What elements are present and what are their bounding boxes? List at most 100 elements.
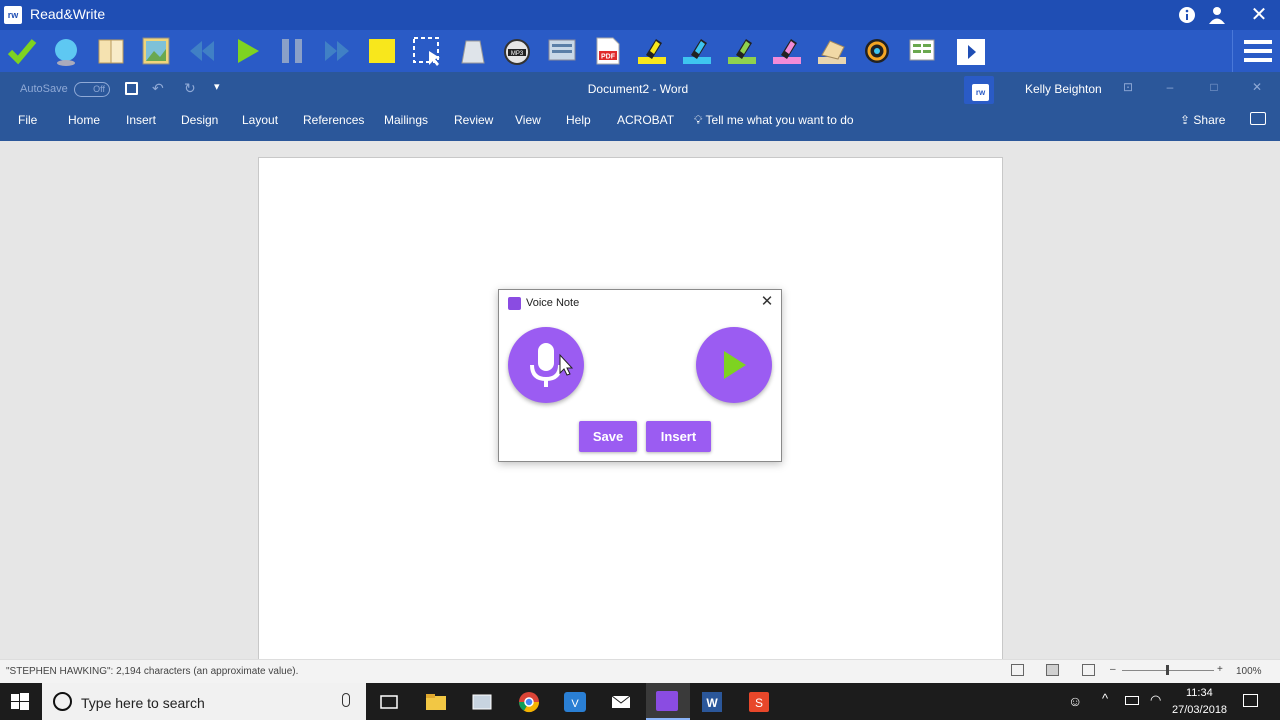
screenshot-reader-icon[interactable] [411,35,443,67]
dictionary-icon[interactable] [95,35,127,67]
highlight-yellow-icon[interactable] [636,35,668,67]
save-button[interactable]: Save [579,421,637,452]
hamburger-menu-icon[interactable] [1232,30,1280,72]
show-hidden-icons-icon[interactable]: ^ [1102,691,1108,706]
pdf-icon[interactable]: PDF [591,35,623,67]
status-bar: "STEPHEN HAWKING": 2,194 characters (an … [0,659,1280,683]
share-button[interactable]: ⇪ Share [1180,113,1225,127]
rewind-icon[interactable] [186,35,218,67]
highlight-green-icon[interactable] [726,35,758,67]
status-text: "STEPHEN HAWKING": 2,194 characters (an … [6,666,299,677]
tab-insert[interactable]: Insert [126,113,156,127]
rw-logo-small-icon: rw [972,84,989,101]
highlight-pink-icon[interactable] [771,35,803,67]
autosave-label: AutoSave [20,83,68,95]
word-icon[interactable]: W [700,690,724,714]
word-close-icon[interactable]: ✕ [1249,80,1265,94]
tab-layout[interactable]: Layout [242,113,278,127]
notifications-icon[interactable] [1243,694,1258,707]
redo-icon[interactable]: ↻ [184,80,196,97]
vocabulary-icon[interactable] [861,35,893,67]
screencast-icon[interactable]: S [747,690,771,714]
tab-design[interactable]: Design [181,113,218,127]
file-explorer-icon[interactable] [424,690,448,714]
save-icon[interactable] [125,82,138,95]
zoom-level[interactable]: 100% [1236,666,1262,677]
microphone-icon [530,343,574,387]
info-icon[interactable] [1176,4,1198,26]
zoom-out-icon[interactable]: – [1110,664,1116,675]
mp3-icon[interactable]: MP3 [501,35,533,67]
search-placeholder: Type here to search [81,695,205,711]
globe-icon[interactable] [50,35,82,67]
user-icon[interactable] [1206,4,1228,26]
insert-button[interactable]: Insert [646,421,711,452]
chrome-icon[interactable] [517,690,541,714]
microphone-search-icon[interactable] [342,693,350,707]
wifi-icon[interactable]: ◠ [1150,692,1161,708]
tab-review[interactable]: Review [454,113,493,127]
svg-text:S: S [755,696,763,710]
ribbon-display-icon[interactable]: ⊡ [1120,80,1136,94]
tab-view[interactable]: View [515,113,541,127]
vs-code-icon[interactable]: V [563,690,587,714]
zoom-in-icon[interactable]: + [1217,664,1223,675]
rw-logo-icon: rw [4,6,22,24]
document-title: Document2 - Word [587,82,689,96]
svg-text:MP3: MP3 [511,51,524,57]
play-icon[interactable] [231,35,263,67]
tab-home[interactable]: Home [68,113,100,127]
pause-icon[interactable] [276,35,308,67]
close-icon[interactable]: ✕ [1248,4,1270,26]
fast-forward-icon[interactable] [321,35,353,67]
rw-titlebar: rw Read&Write ✕ [0,0,1280,30]
play-recording-button[interactable] [696,327,772,403]
maximize-icon[interactable]: □ [1206,80,1222,94]
mail-icon[interactable] [609,690,633,714]
app-icon[interactable] [470,690,494,714]
cortana-icon [53,692,72,711]
autosave-toggle[interactable]: Off [74,82,110,97]
check-icon[interactable] [6,35,38,67]
share-icon: ⇪ [1180,113,1191,127]
undo-icon[interactable]: ↶ [152,80,164,97]
share-label: Share [1193,113,1226,127]
zoom-slider-thumb[interactable] [1166,665,1169,675]
web-layout-icon[interactable] [1082,664,1095,676]
svg-text:PDF: PDF [601,54,616,61]
people-icon[interactable]: ☺ [1068,693,1082,709]
tab-mailings[interactable]: Mailings [384,113,428,127]
tab-references[interactable]: References [303,113,364,127]
highlight-blue-icon[interactable] [681,35,713,67]
tab-acrobat[interactable]: ACROBAT [617,113,674,127]
picture-dictionary-icon[interactable] [140,35,172,67]
rw-title: Read&Write [30,6,106,22]
more-tools-icon[interactable] [955,35,987,67]
tab-help[interactable]: Help [566,113,591,127]
rw-taskbar-item[interactable] [646,683,690,720]
voice-note-icon[interactable] [906,35,938,67]
rw-floating-button[interactable]: rw [964,76,994,104]
task-view-icon[interactable] [377,690,401,714]
print-layout-icon[interactable] [1046,664,1059,676]
minimize-icon[interactable]: – [1162,80,1178,94]
clock-date[interactable]: 27/03/2018 [1172,704,1227,716]
svg-text:W: W [706,696,718,710]
tab-file[interactable]: File [18,113,37,127]
read-mode-icon[interactable] [1011,664,1024,676]
screen-mask-icon[interactable] [366,35,398,67]
tell-me-search[interactable]: 💡︎ Tell me what you want to do [694,113,854,128]
speech-maker-icon[interactable] [546,35,578,67]
windows-start-icon[interactable] [8,690,32,714]
customize-qat-icon[interactable]: ▾ [214,80,220,93]
clock-time[interactable]: 11:34 [1186,687,1213,699]
battery-icon[interactable] [1125,696,1139,705]
dialog-close-icon[interactable]: ✕ [759,294,775,310]
collect-highlights-icon[interactable] [816,35,848,67]
play-recording-icon [724,351,746,379]
audio-maker-icon[interactable] [456,35,488,67]
taskbar-search[interactable]: Type here to search [42,683,366,720]
comments-icon[interactable] [1250,112,1266,125]
record-button[interactable] [508,327,584,403]
user-name[interactable]: Kelly Beighton [1025,82,1102,96]
